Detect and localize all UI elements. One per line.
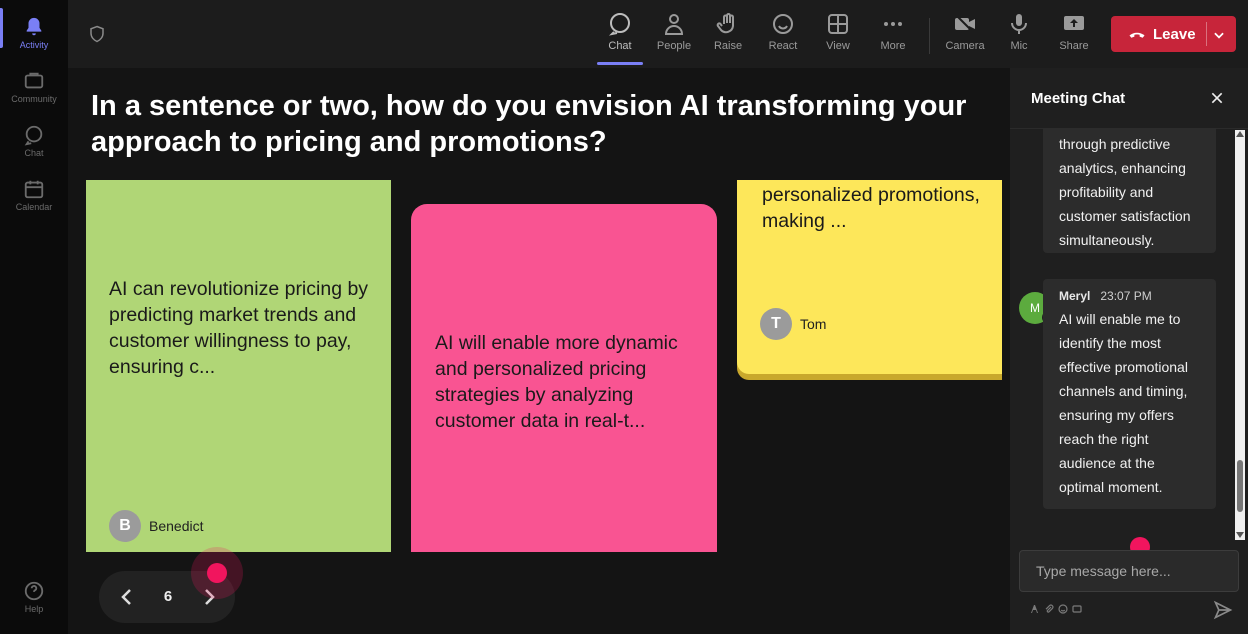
sticky-note[interactable]: AI will enable more dynamic and personal… bbox=[411, 204, 717, 552]
phone-hangup-icon bbox=[1129, 32, 1145, 38]
question-title: In a sentence or two, how do you envisio… bbox=[91, 90, 967, 158]
whiteboard-stage: In a sentence or two, how do you envisio… bbox=[68, 68, 1010, 634]
message-input-box[interactable] bbox=[1019, 550, 1239, 592]
view-button-label: View bbox=[826, 40, 850, 52]
toolbar-divider bbox=[929, 18, 930, 54]
chat-title: Meeting Chat bbox=[1031, 90, 1126, 107]
rail-item-help[interactable]: Help bbox=[0, 572, 68, 622]
rail-label: Community bbox=[11, 94, 57, 104]
avatar-initial: M bbox=[1030, 301, 1040, 315]
message-text: AI will enable me to identify the most e… bbox=[1059, 311, 1188, 495]
rail-item-calendar[interactable]: Calendar bbox=[0, 170, 68, 220]
rail-label: Calendar bbox=[15, 202, 53, 212]
camera-button[interactable]: Camera bbox=[940, 10, 990, 60]
chat-scrollbar[interactable] bbox=[1235, 130, 1245, 540]
gif-icon[interactable] bbox=[1072, 604, 1082, 614]
chat-header: Meeting Chat bbox=[1010, 68, 1248, 129]
react-button[interactable]: React bbox=[758, 10, 808, 60]
calendar-icon bbox=[24, 180, 44, 199]
react-button-label: React bbox=[768, 40, 798, 52]
more-button[interactable]: More bbox=[868, 10, 918, 60]
chat-message: Meryl 23:07 PM AI will enable me to ident… bbox=[1043, 279, 1216, 509]
note-text: personalized promotions, making ... bbox=[762, 184, 980, 232]
leave-button[interactable]: Leave bbox=[1111, 16, 1236, 52]
rail-label: Chat bbox=[24, 148, 44, 158]
rail-label: Activity bbox=[19, 40, 49, 50]
leave-divider bbox=[1206, 22, 1207, 46]
scroll-down-arrow[interactable] bbox=[1236, 532, 1244, 538]
bell-icon bbox=[26, 17, 42, 36]
chat-messages[interactable]: through predictive analytics, enhancing … bbox=[1010, 128, 1248, 542]
avatar: T bbox=[760, 308, 792, 340]
leave-label: Leave bbox=[1153, 26, 1196, 43]
pointer-dot bbox=[207, 563, 227, 583]
message-text: through predictive analytics, enhancing … bbox=[1059, 136, 1191, 248]
left-rail: Activity Community Chat Calendar Help bbox=[0, 0, 68, 634]
raise-button-label: Raise bbox=[713, 40, 743, 52]
rail-item-chat[interactable]: Chat bbox=[0, 116, 68, 166]
meeting-toolbar: Chat People Raise React View More Camera… bbox=[68, 0, 1248, 68]
person-icon bbox=[664, 14, 684, 35]
message-author: Meryl bbox=[1059, 289, 1091, 303]
hand-icon bbox=[716, 13, 734, 34]
chat-icon bbox=[608, 13, 630, 36]
more-button-label: More bbox=[880, 40, 906, 52]
share-button[interactable]: Share bbox=[1049, 10, 1099, 60]
share-button-label: Share bbox=[1059, 40, 1089, 52]
format-icon[interactable] bbox=[1030, 604, 1040, 614]
people-button-label: People bbox=[656, 40, 692, 52]
people-button[interactable]: People bbox=[649, 10, 699, 60]
attach-icon[interactable] bbox=[1044, 604, 1054, 614]
rail-item-community[interactable]: Community bbox=[0, 62, 68, 112]
chat-active-underline bbox=[597, 62, 643, 65]
chat-icon bbox=[24, 125, 43, 146]
chevron-down-icon[interactable] bbox=[1212, 28, 1226, 42]
share-screen-icon bbox=[1064, 16, 1084, 30]
message-input[interactable] bbox=[1020, 551, 1236, 591]
send-icon[interactable] bbox=[1213, 600, 1233, 620]
view-button[interactable]: View bbox=[813, 10, 863, 60]
sticky-note[interactable]: AI can revolutionize pricing by predicti… bbox=[86, 180, 391, 552]
rail-label: Help bbox=[24, 604, 44, 614]
avatar: B bbox=[109, 510, 141, 542]
help-icon bbox=[24, 581, 44, 601]
emoji-icon[interactable] bbox=[1058, 604, 1068, 614]
microphone-icon bbox=[1011, 14, 1027, 34]
chevron-left-icon[interactable] bbox=[115, 585, 139, 609]
scroll-up-arrow[interactable] bbox=[1236, 131, 1244, 137]
sticky-note[interactable]: personalized promotions, making ... T To… bbox=[737, 180, 1002, 374]
rail-item-activity[interactable]: Activity bbox=[0, 8, 68, 58]
smiley-icon bbox=[773, 14, 793, 34]
note-text: AI will enable more dynamic and personal… bbox=[435, 332, 678, 432]
community-icon bbox=[24, 72, 44, 89]
close-icon[interactable] bbox=[1209, 90, 1225, 106]
camera-button-label: Camera bbox=[945, 40, 985, 52]
raise-hand-button[interactable]: Raise bbox=[703, 10, 753, 60]
message-meta: Meryl 23:07 PM bbox=[1059, 289, 1152, 303]
author-name: Benedict bbox=[149, 518, 204, 534]
note-text: AI can revolutionize pricing by predicti… bbox=[109, 278, 369, 378]
chat-message: through predictive analytics, enhancing … bbox=[1043, 128, 1216, 253]
page-number: 6 bbox=[163, 588, 173, 605]
camera-off-icon bbox=[955, 14, 975, 34]
scroll-thumb[interactable] bbox=[1237, 460, 1243, 512]
more-dots-icon bbox=[884, 22, 902, 26]
meeting-chat-panel: Meeting Chat through predictive analytic… bbox=[1010, 68, 1248, 634]
mic-button-label: Mic bbox=[1010, 40, 1028, 52]
author-name: Tom bbox=[800, 316, 827, 332]
message-time: 23:07 PM bbox=[1100, 289, 1152, 303]
grid-icon bbox=[828, 14, 848, 34]
shield-icon[interactable] bbox=[88, 24, 106, 44]
chat-button[interactable]: Chat bbox=[595, 10, 645, 60]
chat-button-label: Chat bbox=[608, 40, 632, 52]
mic-button[interactable]: Mic bbox=[994, 10, 1044, 60]
